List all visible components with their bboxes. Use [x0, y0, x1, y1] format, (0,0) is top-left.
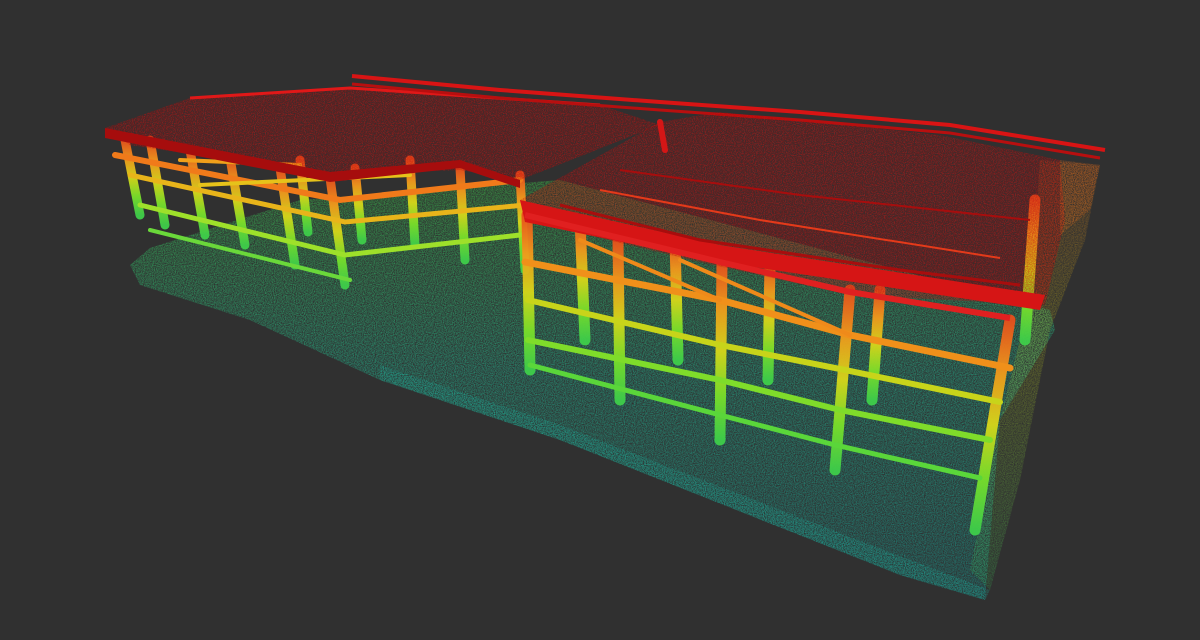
point-cloud-viewport[interactable] — [0, 0, 1200, 640]
point-cloud-canvas[interactable] — [0, 0, 1200, 640]
